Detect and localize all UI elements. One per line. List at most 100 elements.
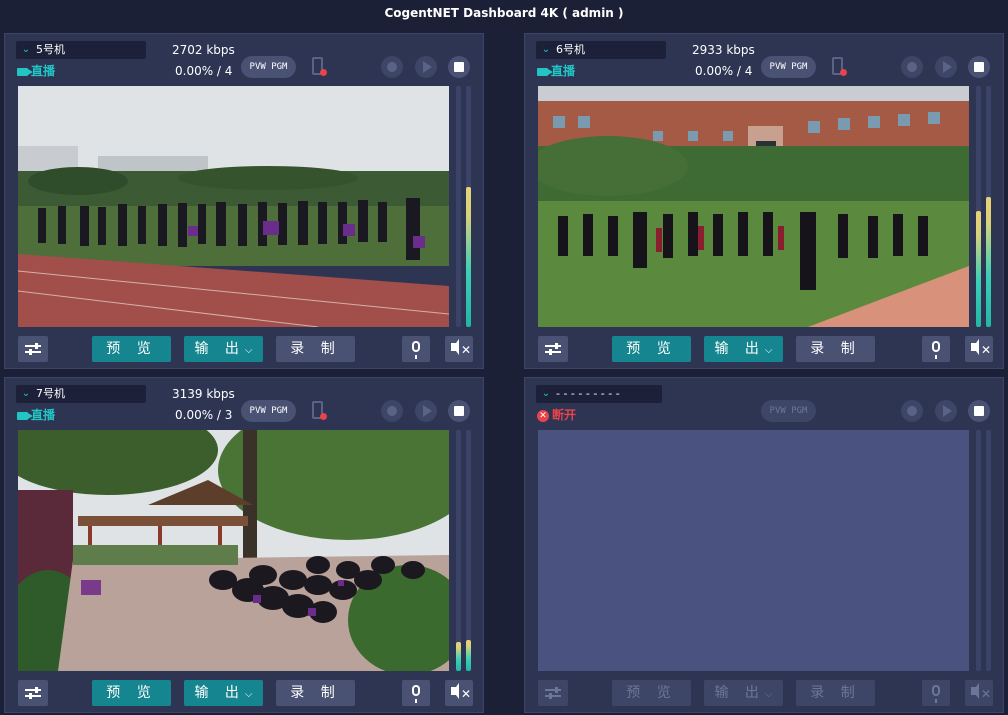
audio-meter-right <box>466 430 471 671</box>
audio-meter-right <box>466 86 471 327</box>
bitrate: 3139 kbps <box>172 387 235 401</box>
preview-button[interactable]: 预 览 <box>612 680 691 706</box>
sliders-icon <box>25 687 41 699</box>
record-circle-icon[interactable] <box>901 56 923 78</box>
camera-select[interactable]: ⌄ 6号机 <box>536 41 666 59</box>
output-button[interactable]: 输 出⌵ <box>184 336 263 362</box>
settings-button[interactable] <box>18 336 48 362</box>
live-status: 直播 <box>17 407 55 423</box>
bitrate: 2933 kbps <box>692 43 755 57</box>
preview-button[interactable]: 预 览 <box>92 680 171 706</box>
record-button[interactable]: 录 制 <box>276 336 355 362</box>
video-preview[interactable] <box>538 86 969 327</box>
video-preview[interactable] <box>18 430 449 671</box>
record-button[interactable]: 录 制 <box>796 680 875 706</box>
play-icon[interactable] <box>935 56 957 78</box>
record-circle-icon[interactable] <box>381 400 403 422</box>
mute-button[interactable]: ✕ <box>965 336 993 362</box>
mute-button[interactable]: ✕ <box>445 680 473 706</box>
status-label: 直播 <box>31 408 56 422</box>
audio-meter-right <box>986 430 991 671</box>
video-preview[interactable] <box>18 86 449 327</box>
sd-card-icon <box>312 57 327 76</box>
app-title: CogentNET Dashboard 4K ( admin ) <box>384 6 624 20</box>
pvw-pgm-toggle[interactable]: PVW PGM <box>241 400 296 422</box>
record-button[interactable]: 录 制 <box>276 680 355 706</box>
play-icon[interactable] <box>935 400 957 422</box>
stop-icon[interactable] <box>968 400 990 422</box>
pvw-pgm-toggle[interactable]: PVW PGM <box>761 56 816 78</box>
sd-card-icon <box>832 57 847 76</box>
camera-name: - - - - - - - - - <box>556 387 620 400</box>
chevron-down-icon: ⌄ <box>541 44 551 55</box>
camera-name: 5号机 <box>36 43 65 56</box>
chevron-down-icon: ⌄ <box>541 388 551 399</box>
packet-loss: 0.00% / 3 <box>175 408 233 422</box>
stop-icon[interactable] <box>448 56 470 78</box>
camera-icon <box>17 67 33 76</box>
play-icon[interactable] <box>415 56 437 78</box>
settings-button[interactable] <box>538 680 568 706</box>
audio-meter-left <box>456 86 461 327</box>
status-label: 直播 <box>31 64 56 78</box>
microphone-icon <box>932 685 940 703</box>
camera-select[interactable]: ⌄ - - - - - - - - - <box>536 385 662 403</box>
output-button[interactable]: 输 出⌵ <box>184 680 263 706</box>
camera-icon <box>17 411 33 420</box>
record-button[interactable]: 录 制 <box>796 336 875 362</box>
chevron-down-icon: ⌄ <box>21 44 31 55</box>
speaker-mute-icon <box>451 683 459 699</box>
audio-meter-fill <box>466 187 471 327</box>
play-icon[interactable] <box>415 400 437 422</box>
preview-button[interactable]: 预 览 <box>92 336 171 362</box>
mic-button[interactable] <box>922 680 950 706</box>
video-preview[interactable] <box>538 430 969 671</box>
speaker-mute-icon <box>971 683 979 699</box>
live-status: 直播 <box>537 63 575 79</box>
audio-meter-fill <box>456 642 461 671</box>
record-circle-icon[interactable] <box>901 400 923 422</box>
sliders-icon <box>545 687 561 699</box>
record-circle-icon[interactable] <box>381 56 403 78</box>
output-button[interactable]: 输 出⌵ <box>704 680 783 706</box>
audio-meter-fill <box>466 639 471 671</box>
bitrate: 2702 kbps <box>172 43 235 57</box>
mute-button[interactable]: ✕ <box>445 336 473 362</box>
output-button[interactable]: 输 出⌵ <box>704 336 783 362</box>
audio-meter-right <box>986 86 991 327</box>
camera-select[interactable]: ⌄ 7号机 <box>16 385 146 403</box>
audio-meter-left <box>976 430 981 671</box>
microphone-icon <box>412 341 420 359</box>
sd-card-icon <box>312 401 327 420</box>
pvw-pgm-toggle[interactable]: PVW PGM <box>761 400 816 422</box>
camera-select[interactable]: ⌄ 5号机 <box>16 41 146 59</box>
camera-icon <box>537 67 553 76</box>
camera-panel-2: ⌄ 6号机 2933 kbps 直播 0.00% / 4 PVW PGM 预 览… <box>524 33 1004 369</box>
status-label: 断开 <box>552 408 577 422</box>
mic-button[interactable] <box>402 680 430 706</box>
stop-icon[interactable] <box>448 400 470 422</box>
packet-loss: 0.00% / 4 <box>175 64 233 78</box>
disconnected-status: ✕ 断开 <box>537 407 576 423</box>
mute-button[interactable]: ✕ <box>965 680 993 706</box>
audio-meter-left <box>456 430 461 671</box>
packet-loss: 0.00% / 4 <box>695 64 753 78</box>
camera-panel-3: ⌄ 7号机 3139 kbps 直播 0.00% / 3 PVW PGM 预 览… <box>4 377 484 713</box>
sliders-icon <box>545 343 561 355</box>
camera-name: 6号机 <box>556 43 585 56</box>
audio-meter-fill <box>976 211 981 327</box>
preview-button[interactable]: 预 览 <box>612 336 691 362</box>
settings-button[interactable] <box>538 336 568 362</box>
audio-meter-left <box>976 86 981 327</box>
mic-button[interactable] <box>922 336 950 362</box>
pvw-pgm-toggle[interactable]: PVW PGM <box>241 56 296 78</box>
camera-panel-1: ⌄ 5号机 2702 kbps 直播 0.00% / 4 PVW PGM 预 览… <box>4 33 484 369</box>
microphone-icon <box>932 341 940 359</box>
microphone-icon <box>412 685 420 703</box>
live-status: 直播 <box>17 63 55 79</box>
chevron-down-icon: ⌄ <box>21 388 31 399</box>
stop-icon[interactable] <box>968 56 990 78</box>
mic-button[interactable] <box>402 336 430 362</box>
audio-meter-fill <box>986 196 991 327</box>
settings-button[interactable] <box>18 680 48 706</box>
